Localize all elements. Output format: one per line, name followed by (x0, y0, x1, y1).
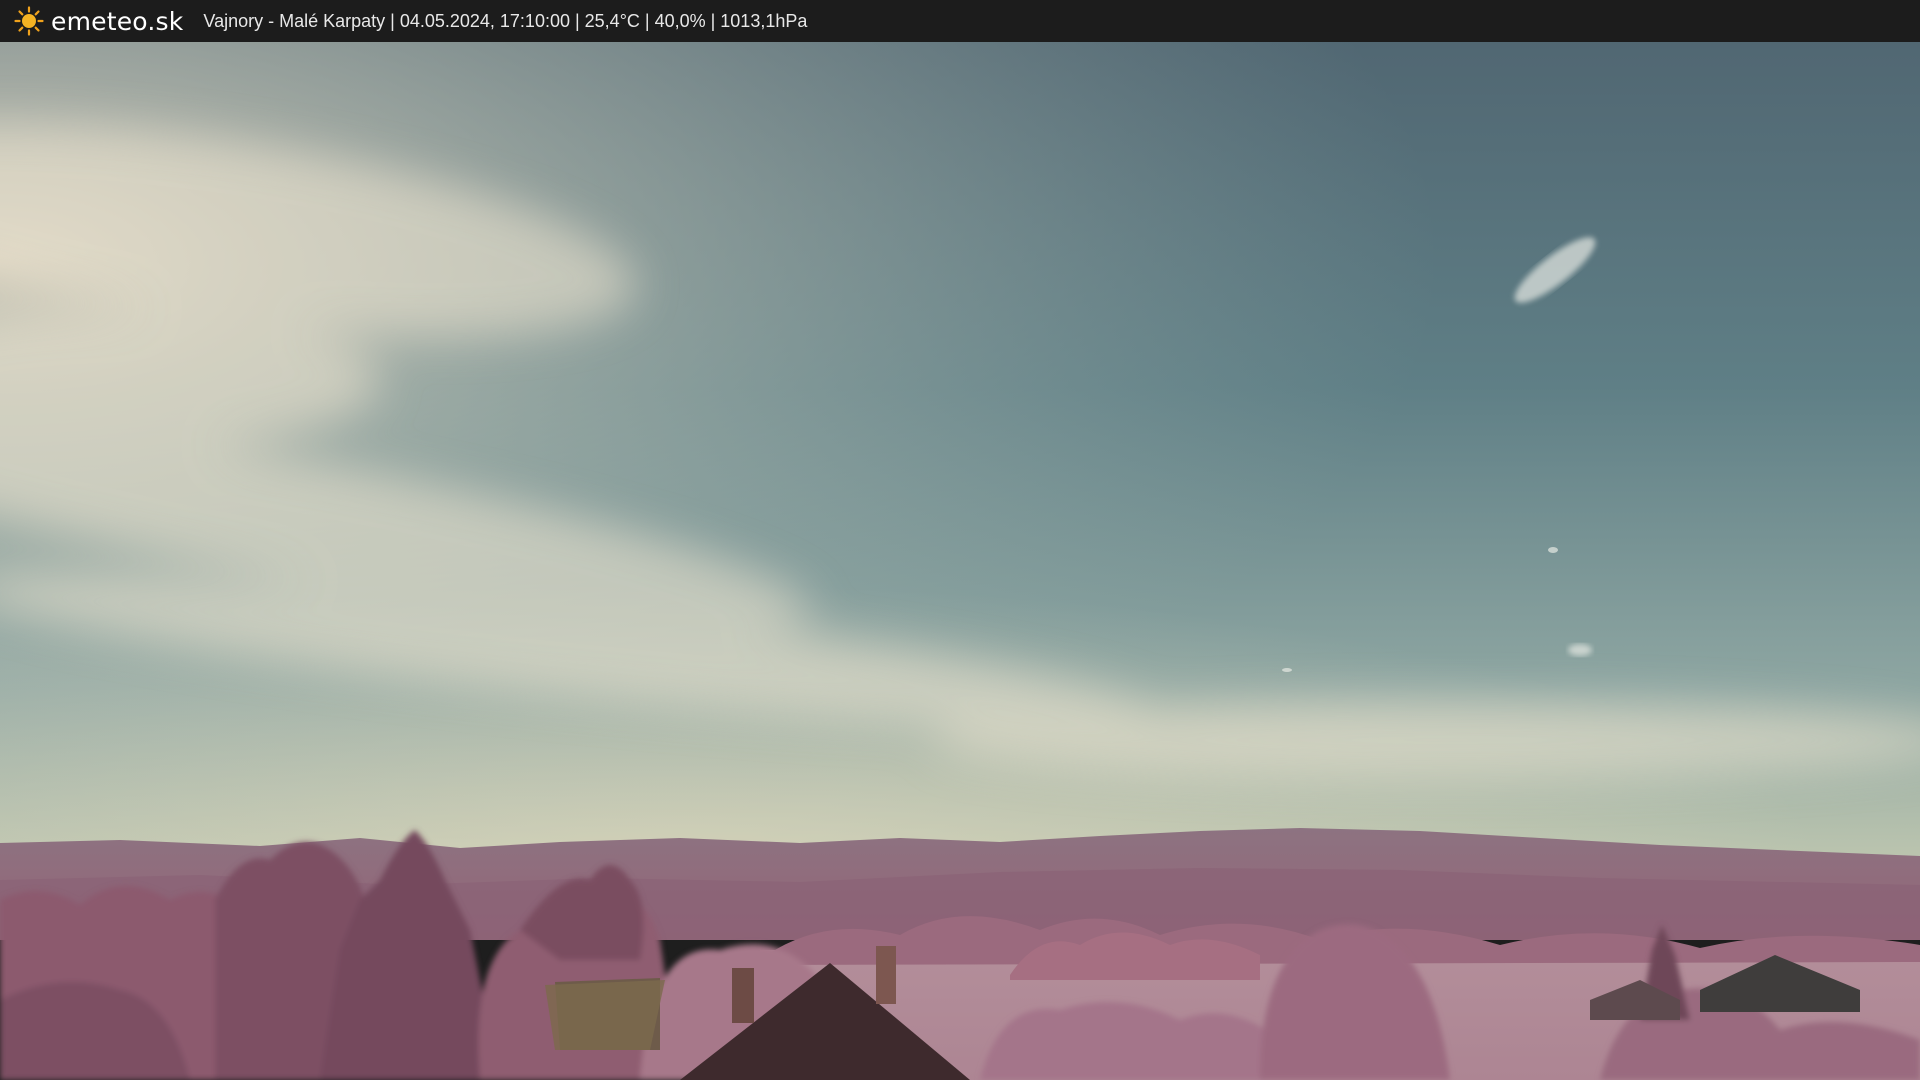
webcam-frame: emeteo.sk Vajnory - Malé Karpaty | 04.05… (0, 0, 1920, 1080)
site-name: emeteo.sk (51, 6, 184, 36)
caption-bar: emeteo.sk Vajnory - Malé Karpaty | 04.05… (0, 0, 1920, 42)
site-logo[interactable]: emeteo.sk (14, 6, 183, 36)
station-caption: Vajnory - Malé Karpaty | 04.05.2024, 17:… (203, 10, 808, 31)
webcam-image (0, 0, 1920, 1080)
sun-icon (14, 6, 44, 36)
